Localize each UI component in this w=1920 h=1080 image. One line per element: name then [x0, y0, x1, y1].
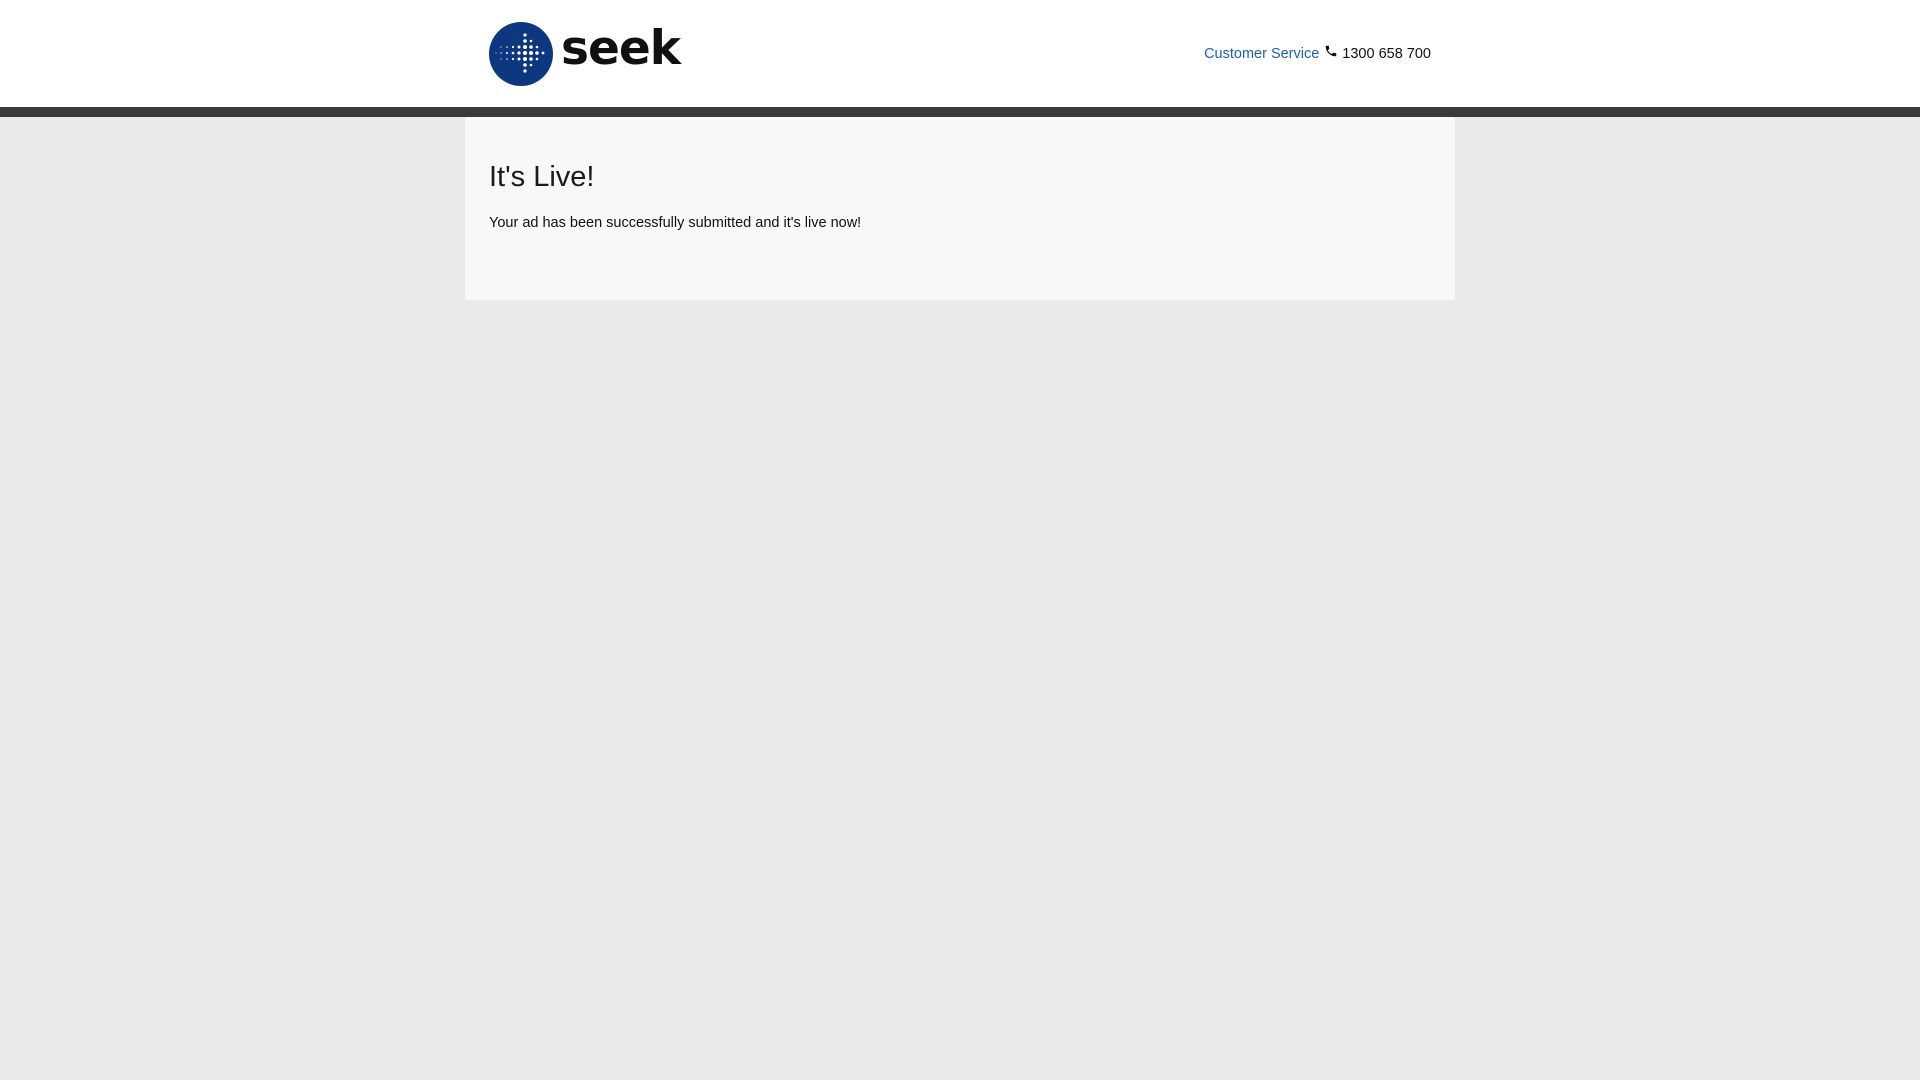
site-header: seek Customer Service 1300 658 700 — [0, 0, 1920, 107]
seek-logo-icon — [489, 22, 553, 86]
customer-service-link[interactable]: Customer Service — [1204, 46, 1319, 62]
confirmation-message: Your ad has been successfully submitted … — [489, 215, 862, 231]
phone-icon — [1326, 45, 1337, 57]
customer-service-contact: Customer Service 1300 658 700 — [1204, 45, 1431, 62]
confirmation-card: It's Live! Your ad has been successfully… — [465, 117, 1455, 300]
seek-logo[interactable]: seek — [489, 21, 681, 86]
page-title: It's Live! — [489, 161, 595, 193]
seek-wordmark: seek — [561, 21, 681, 76]
phone-number: 1300 658 700 — [1342, 46, 1431, 62]
header-divider-bar — [0, 107, 1920, 117]
